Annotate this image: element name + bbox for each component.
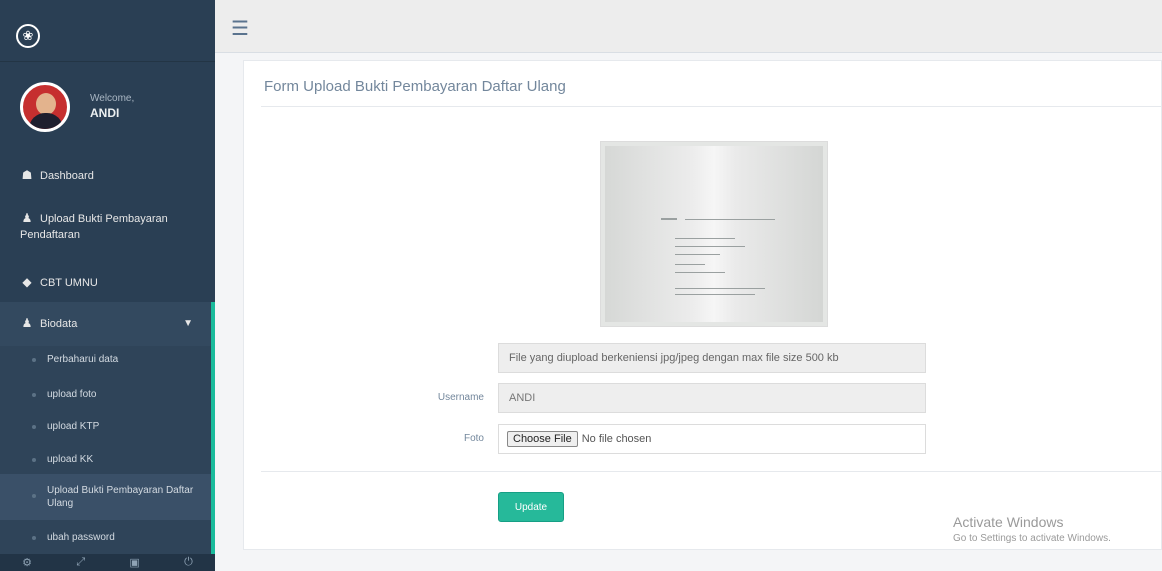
sidebar: ❀ Welcome, ANDI ☗ Dashboard ♟ Upload Bukti…: [0, 0, 215, 571]
profile-block: Welcome, ANDI: [0, 62, 215, 162]
user-icon: ♟: [21, 316, 33, 330]
sidebar-item-cbt[interactable]: ◆ CBT UMNU: [0, 275, 215, 289]
upload-form-panel: Form Upload Bukti Pembayaran Daftar Ulan…: [243, 60, 1162, 550]
submenu-label: Upload Bukti Pembayaran Daftar Ulang: [47, 485, 194, 509]
page-title: Form Upload Bukti Pembayaran Daftar Ulan…: [264, 78, 566, 95]
sidebar-item-label: CBT UMNU: [40, 277, 98, 289]
biodata-submenu: Perbaharui data upload foto upload KTP u…: [0, 346, 215, 554]
submenu-label: upload KTP: [47, 421, 100, 432]
submenu-label: ubah password: [47, 532, 115, 543]
watermark-title: Activate Windows: [953, 514, 1064, 530]
foto-label: Foto: [463, 433, 484, 444]
divider: [261, 106, 1161, 107]
welcome-text: Welcome,: [90, 93, 135, 104]
home-icon: ☗: [21, 168, 33, 182]
choose-file-button[interactable]: Choose File: [507, 431, 578, 447]
watermark-subtitle: Go to Settings to activate Windows.: [953, 533, 1111, 544]
uploaded-image-preview: [600, 141, 828, 327]
windows-activation-watermark: Activate Windows Go to Settings to activ…: [953, 514, 1111, 544]
brand-area: ❀: [0, 0, 215, 62]
sidebar-item-label: Upload Bukti Pembayaran: [40, 213, 168, 225]
profile-username: ANDI: [90, 106, 120, 120]
sidebar-item-dashboard[interactable]: ☗ Dashboard: [0, 168, 215, 182]
settings-icon[interactable]: ⚙: [22, 556, 32, 569]
no-file-text: No file chosen: [581, 433, 652, 445]
sidebar-item-upload-pendaftaran[interactable]: ♟ Upload Bukti Pembayaran Pendaftaran: [0, 210, 215, 243]
submenu-label: upload KK: [47, 454, 94, 465]
divider: [261, 471, 1161, 472]
lock-icon[interactable]: ▣: [129, 556, 139, 569]
top-nav: ☰: [215, 0, 1162, 53]
file-info-field: File yang diupload berkeniensi jpg/jpeg …: [498, 343, 926, 373]
chevron-down-icon: ▼: [183, 318, 193, 329]
submenu-label: Perbaharui data: [47, 354, 119, 365]
menu-toggle-icon[interactable]: ☰: [231, 19, 249, 39]
submenu-item-upload-bukti-daftar-ulang[interactable]: Upload Bukti Pembayaran Daftar Ulang: [0, 474, 211, 520]
sidebar-item-label: Dashboard: [40, 170, 94, 182]
username-field: ANDI: [498, 383, 926, 413]
update-button[interactable]: Update: [498, 492, 564, 522]
logout-icon[interactable]: ⏻: [184, 556, 193, 569]
avatar: [20, 82, 70, 132]
sidebar-item-label-line2: Pendaftaran: [20, 229, 80, 241]
paw-logo-icon[interactable]: ❀: [16, 24, 40, 48]
username-label: Username: [437, 392, 484, 403]
fullscreen-icon[interactable]: ⤢: [76, 556, 85, 569]
sidebar-footer: ⚙ ⤢ ▣ ⏻: [0, 554, 215, 571]
submenu-label: upload foto: [47, 389, 97, 400]
sidebar-item-biodata[interactable]: ♟ Biodata ▼: [0, 302, 215, 346]
comment-icon: ◆: [22, 275, 32, 289]
sidebar-item-label: Biodata: [40, 318, 78, 330]
user-icon: ♟: [21, 211, 33, 225]
file-input[interactable]: Choose File No file chosen: [498, 424, 926, 454]
